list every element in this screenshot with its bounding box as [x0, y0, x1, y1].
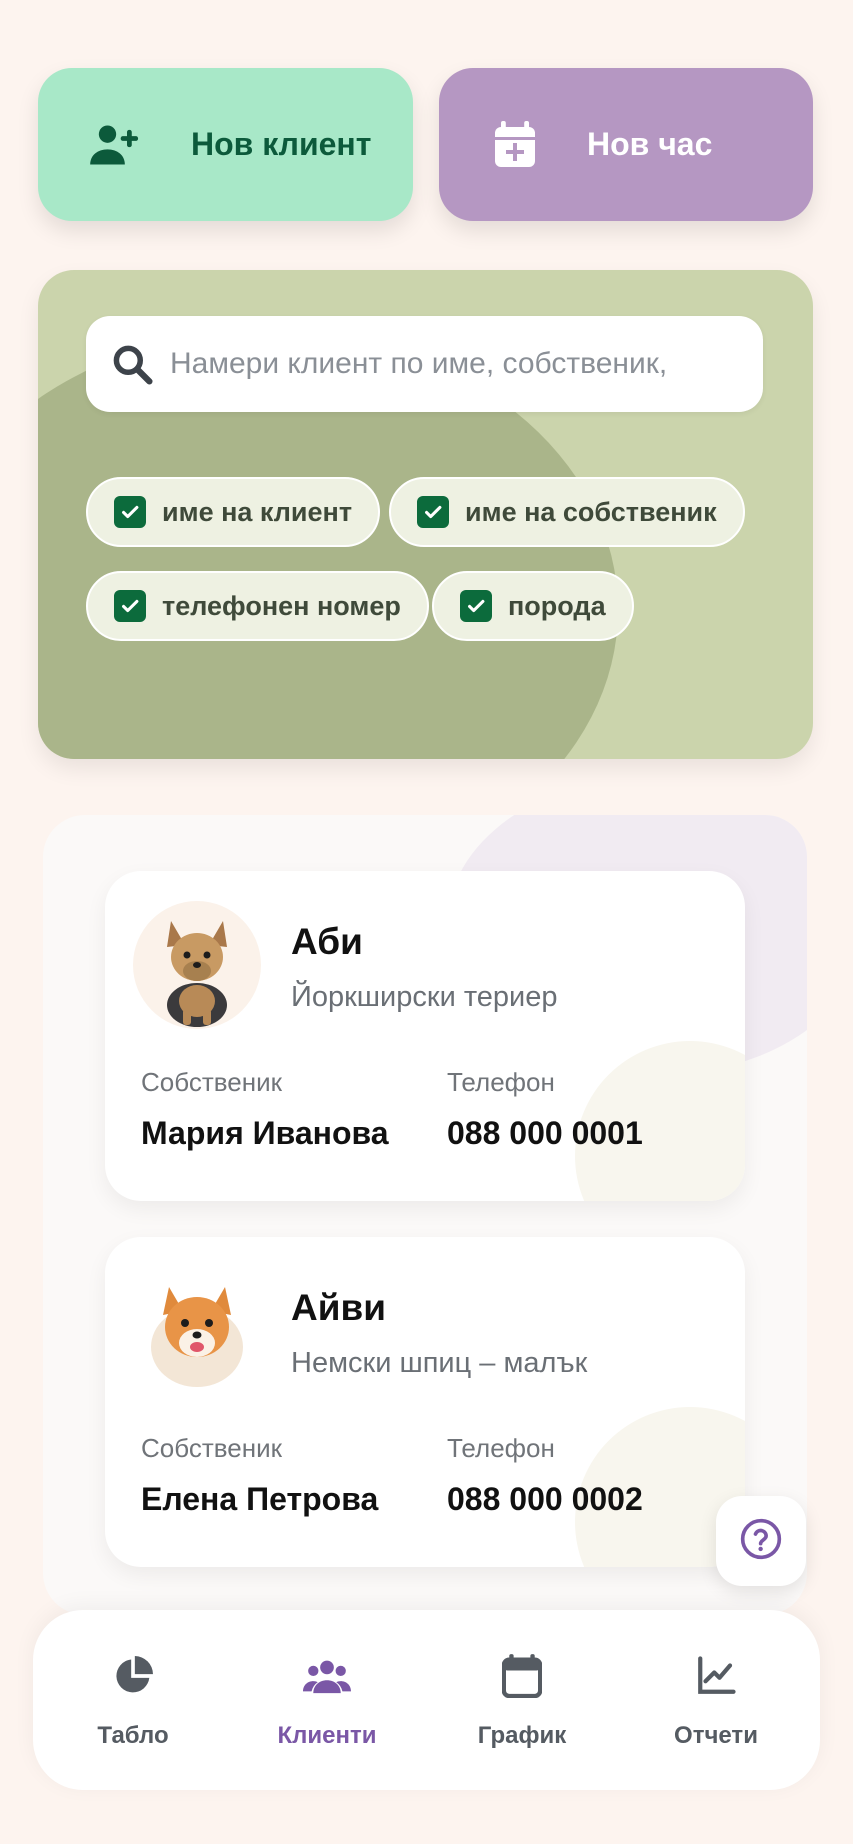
checkbox-checked-icon[interactable]: [114, 590, 146, 622]
filter-client-name[interactable]: име на клиент: [86, 477, 381, 547]
yorkshire-terrier-avatar: [133, 901, 261, 1029]
help-icon: [739, 1517, 783, 1566]
filter-label: име на клиент: [162, 496, 353, 527]
search-input[interactable]: [170, 316, 743, 412]
new-appointment-button[interactable]: Нов час: [439, 68, 813, 221]
filter-label: телефонен номер: [162, 590, 401, 621]
phone-label: Телефон: [447, 1433, 555, 1463]
phone-number[interactable]: 088 000 0002: [447, 1481, 643, 1518]
calendar-plus-icon: [487, 117, 543, 173]
bottom-nav: Табло Клиенти График Отчети: [33, 1610, 820, 1790]
owner-name: Елена Петрова: [141, 1481, 379, 1517]
pet-name: Айви: [291, 1287, 386, 1328]
client-list: Аби Йоркширски териер Собственик Мария И…: [43, 815, 807, 1615]
nav-item-dashboard[interactable]: Табло: [48, 1610, 218, 1790]
phone-label: Телефон: [447, 1067, 555, 1097]
new-appointment-label: Нов час: [587, 126, 713, 162]
search-box[interactable]: [86, 316, 763, 412]
search-icon: [110, 342, 154, 386]
pet-name: Аби: [291, 921, 363, 962]
nav-item-clients[interactable]: Клиенти: [242, 1610, 412, 1790]
new-client-button[interactable]: Нов клиент: [38, 68, 413, 221]
filter-label: порода: [508, 590, 606, 621]
nav-item-schedule[interactable]: График: [437, 1610, 607, 1790]
filter-breed[interactable]: порода: [432, 571, 634, 641]
search-panel: име на клиент име на собственик телефоне…: [38, 270, 813, 759]
nav-label: График: [477, 1722, 567, 1749]
nav-label: Отчети: [674, 1722, 758, 1749]
line-chart-icon: [692, 1652, 740, 1700]
filter-owner-name[interactable]: име на собственик: [389, 477, 745, 547]
phone-number[interactable]: 088 000 0001: [447, 1115, 643, 1152]
filter-phone-number[interactable]: телефонен номер: [86, 571, 429, 641]
nav-label: Клиенти: [277, 1722, 377, 1749]
nav-item-reports[interactable]: Отчети: [631, 1610, 801, 1790]
checkbox-checked-icon[interactable]: [114, 496, 146, 528]
pomeranian-avatar: [133, 1267, 261, 1395]
client-card[interactable]: Аби Йоркширски териер Собственик Мария И…: [105, 871, 745, 1201]
filter-label: име на собственик: [465, 496, 717, 527]
pet-breed: Немски шпиц – малък: [291, 1347, 588, 1379]
new-client-label: Нов клиент: [191, 126, 372, 162]
owner-name: Мария Иванова: [141, 1115, 389, 1151]
pie-chart-icon: [109, 1652, 157, 1700]
owner-label: Собственик: [141, 1067, 282, 1097]
checkbox-checked-icon[interactable]: [460, 590, 492, 622]
owner-label: Собственик: [141, 1433, 282, 1463]
calendar-icon: [498, 1652, 546, 1700]
nav-label: Табло: [97, 1722, 169, 1749]
add-user-icon: [86, 117, 142, 173]
pet-breed: Йоркширски териер: [291, 981, 558, 1013]
checkbox-checked-icon[interactable]: [417, 496, 449, 528]
help-button[interactable]: [716, 1496, 806, 1586]
users-icon: [303, 1652, 351, 1700]
client-card[interactable]: Айви Немски шпиц – малък Собственик Елен…: [105, 1237, 745, 1567]
